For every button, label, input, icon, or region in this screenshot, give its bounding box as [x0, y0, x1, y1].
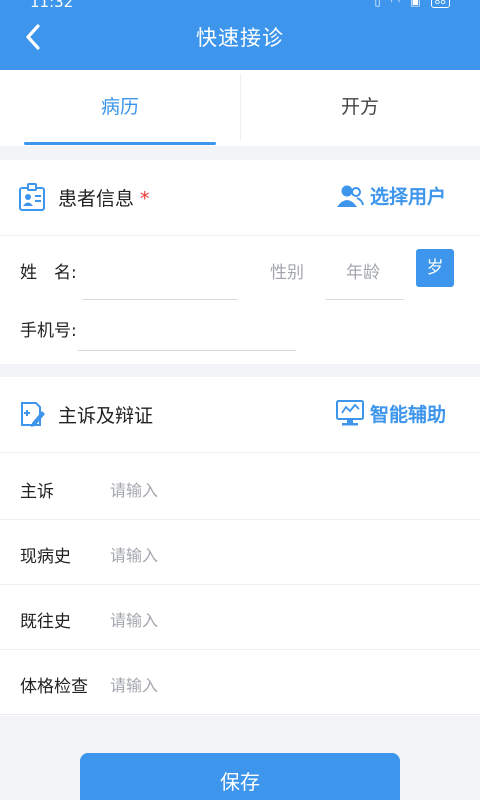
chief-complaint-row: 主诉 请输入	[0, 455, 480, 520]
page-title: 快速接诊	[196, 26, 284, 50]
present-illness-input[interactable]: 请输入	[110, 542, 158, 566]
id-card-icon	[19, 183, 45, 211]
present-illness-row: 现病史 请输入	[0, 520, 480, 585]
wifi-icon: ◠	[390, 0, 401, 8]
tab-prescription[interactable]: 开方	[240, 70, 480, 146]
past-history-label: 既往史	[20, 612, 71, 632]
age-underline	[326, 299, 404, 300]
phone-underline	[78, 350, 296, 351]
age-unit-button[interactable]: 岁	[416, 249, 454, 287]
physical-exam-input[interactable]: 请输入	[110, 672, 158, 696]
physical-exam-row: 体格检查 请输入	[0, 650, 480, 715]
select-user-button[interactable]: 选择用户	[336, 182, 446, 209]
present-illness-label: 现病史	[20, 547, 71, 567]
gender-select[interactable]: 性别	[270, 258, 304, 283]
status-icons: ▯ ◠ ▣ 88	[374, 0, 450, 8]
select-user-label: 选择用户	[369, 186, 446, 208]
monitor-icon	[335, 400, 364, 426]
name-label: 姓 名:	[20, 263, 77, 283]
chief-complaint-input[interactable]: 请输入	[110, 477, 158, 501]
patient-info-title-text: 患者信息	[58, 188, 135, 210]
phone-label: 手机号:	[20, 321, 77, 341]
name-input[interactable]	[82, 246, 238, 298]
status-time: 11:32	[30, 0, 74, 11]
tab-medical-record[interactable]: 病历	[0, 70, 240, 146]
patient-info-header: 患者信息 * 选择用户	[0, 160, 480, 236]
smart-assist-label: 智能辅助	[369, 403, 446, 426]
battery-icon: 88	[430, 0, 450, 8]
phone-input[interactable]	[78, 304, 296, 350]
chief-complaint-label: 主诉	[20, 482, 54, 502]
past-history-input[interactable]: 请输入	[110, 607, 158, 631]
user-group-icon	[336, 185, 364, 207]
patient-info-title: 患者信息 *	[58, 184, 150, 211]
physical-exam-label: 体格检查	[20, 677, 88, 697]
complaint-header: 主诉及辩证 智能辅助	[0, 377, 480, 453]
smart-assist-button[interactable]: 智能辅助	[335, 399, 446, 427]
name-underline	[82, 299, 238, 300]
edit-note-icon	[21, 402, 45, 427]
tab-active-indicator	[24, 142, 216, 145]
sim-icon: ▣	[410, 0, 421, 8]
required-star: *	[140, 188, 150, 210]
vibrate-icon: ▯	[374, 0, 381, 8]
tab-bar: 病历 开方	[0, 70, 480, 146]
save-button[interactable]: 保存	[80, 753, 400, 800]
complaint-card: 主诉及辩证 智能辅助 主诉 请输入 现病史 请输入 既往史 请输入 体格检查 请…	[0, 377, 480, 716]
patient-info-card: 患者信息 * 选择用户 姓 名: 性别 年龄 岁 手机号:	[0, 160, 480, 364]
past-history-row: 既往史 请输入	[0, 585, 480, 650]
app-header: 11:32 ▯ ◠ ▣ 88 快速接诊	[0, 0, 480, 70]
age-input[interactable]: 年龄	[346, 258, 380, 283]
complaint-title: 主诉及辩证	[58, 405, 154, 427]
